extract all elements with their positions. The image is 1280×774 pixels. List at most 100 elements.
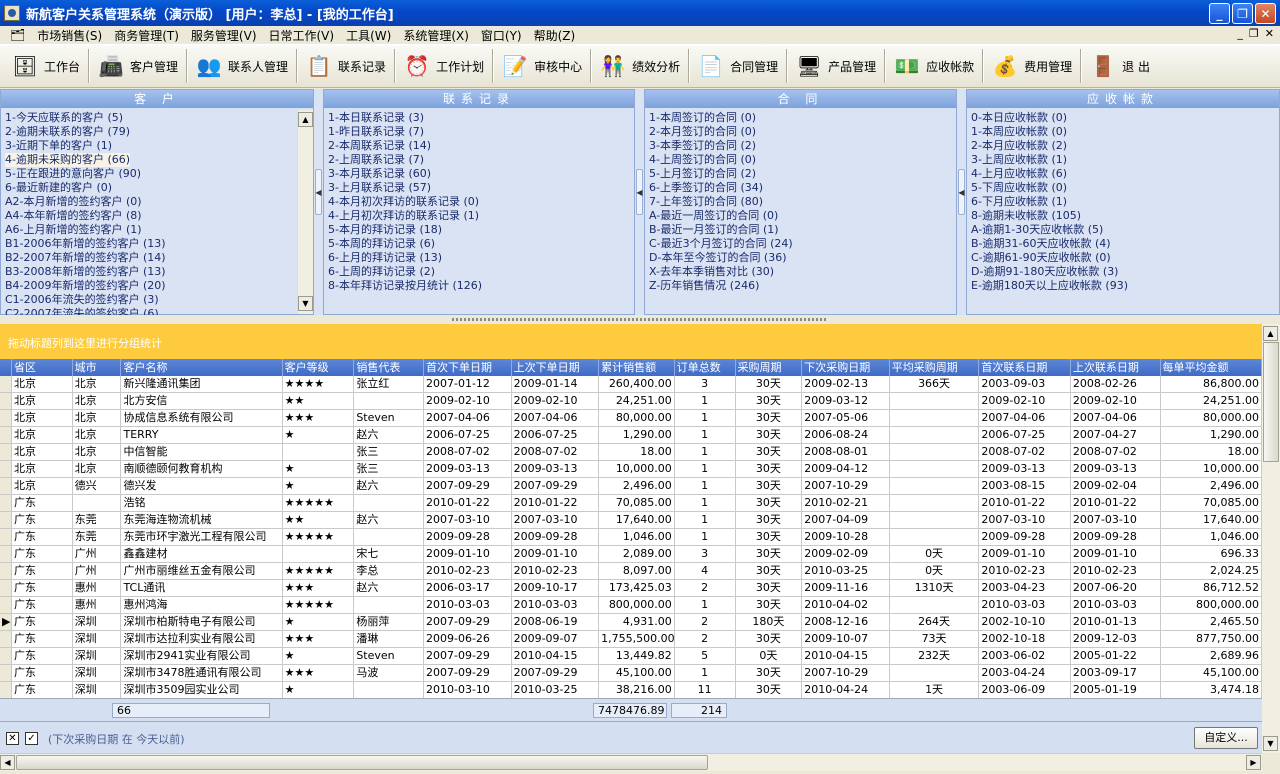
panel-list-item[interactable]: A-逾期1-30天应收帐款 (5) — [971, 223, 1103, 236]
table-row[interactable]: 广东 惠州 TCL通讯 ★★★ 赵六 2006-03-17 2009-10-17 173,42… — [0, 580, 1262, 597]
menu-help[interactable]: 帮助(Z) — [528, 27, 582, 44]
toolbar-button-expense[interactable]: 💰 费用管理 — [986, 46, 1078, 86]
panel-list-item[interactable]: A2-本月新增的签约客户 (0) — [5, 195, 142, 208]
column-header[interactable]: 上次下单日期 — [512, 359, 600, 376]
row-indicator[interactable] — [0, 529, 12, 545]
panel-list-item[interactable]: 1-昨日联系记录 (7) — [328, 125, 424, 138]
table-row[interactable]: 北京 北京 中信智能 张三 2008-07-02 2008-07-02 18.00 1 30天 2… — [0, 444, 1262, 461]
toolbar-button-exit[interactable]: 🚪 退 出 — [1084, 46, 1156, 86]
row-indicator[interactable] — [0, 631, 12, 647]
panel-list-item[interactable]: C1-2006年流失的签约客户 (3) — [5, 293, 159, 306]
panel-list-item[interactable]: D-逾期91-180天应收帐款 (3) — [971, 265, 1118, 278]
panel-list-item[interactable]: 5-本月的拜访记录 (18) — [328, 223, 442, 236]
toolbar-button-product[interactable]: 🖥 产品管理 — [790, 46, 882, 86]
menu-daily[interactable]: 日常工作(V) — [263, 27, 341, 44]
panel-list-item[interactable]: 3-本月联系记录 (60) — [328, 167, 431, 180]
row-indicator[interactable] — [0, 665, 12, 681]
panel-list-item[interactable]: 5-正在跟进的意向客户 (90) — [5, 167, 141, 180]
panel-list-item[interactable]: A-最近一周签订的合同 (0) — [649, 209, 778, 222]
panel-list-item[interactable]: 3-本季签订的合同 (2) — [649, 139, 756, 152]
panel-list-item[interactable]: B-逾期31-60天应收帐款 (4) — [971, 237, 1111, 250]
column-header[interactable]: 首次联系日期 — [979, 359, 1071, 376]
panel-list-item[interactable]: B4-2009年新增的签约客户 (20) — [5, 279, 166, 292]
grid-vertical-scrollbar[interactable]: ▲ ▼ — [1262, 324, 1280, 753]
panel-list-item[interactable]: 2-本月应收帐款 (2) — [971, 139, 1067, 152]
scroll-down-icon[interactable]: ▼ — [298, 296, 313, 311]
panel-list-item[interactable]: X-去年本季销售对比 (30) — [649, 265, 774, 278]
panel-list-item[interactable]: B-最近一月签订的合同 (1) — [649, 223, 779, 236]
row-indicator[interactable] — [0, 376, 12, 392]
panel-list-item[interactable]: 4-上月应收帐款 (6) — [971, 167, 1067, 180]
table-row[interactable]: ▶ 广东 深圳 深圳市柏斯特电子有限公司 ★ 杨丽萍 2007-09-29 2008-06-1… — [0, 614, 1262, 631]
row-indicator[interactable] — [0, 427, 12, 443]
panel-customers-scrollbar[interactable]: ▲ ▼ — [297, 110, 313, 314]
panel-list-item[interactable]: 8-本年拜访记录按月统计 (126) — [328, 279, 482, 292]
toolbar-button-receivable[interactable]: 💵 应收帐款 — [888, 46, 980, 86]
panel-list-item[interactable]: 2-逾期未联系的客户 (79) — [5, 125, 130, 138]
toolbar-button-contract[interactable]: 📄 合同管理 — [692, 46, 784, 86]
row-indicator[interactable] — [0, 461, 12, 477]
close-button[interactable]: ✕ — [1255, 3, 1276, 24]
row-indicator[interactable] — [0, 444, 12, 460]
panel-list-item[interactable]: 6-下月应收帐款 (1) — [971, 195, 1067, 208]
panel-list-item[interactable]: 2-本周联系记录 (14) — [328, 139, 431, 152]
column-header[interactable]: 订单总数 — [675, 359, 736, 376]
row-indicator[interactable] — [0, 495, 12, 511]
table-row[interactable]: 广东 深圳 深圳市2941实业有限公司 ★ Steven 2007-09-29 2010-0… — [0, 648, 1262, 665]
panel-list-item[interactable]: 3-上月联系记录 (57) — [328, 181, 431, 194]
column-header[interactable]: 客户名称 — [121, 359, 283, 376]
collapse-left-icon[interactable]: ◀ — [315, 169, 322, 215]
splitter-grip-icon[interactable] — [452, 318, 828, 321]
panel-list-item[interactable]: A6-上月新增的签约客户 (1) — [5, 223, 142, 236]
table-row[interactable]: 北京 北京 北方安信 ★★ 2009-02-10 2009-02-10 24,251.00 1… — [0, 393, 1262, 410]
menu-system[interactable]: 系统管理(X) — [397, 27, 475, 44]
maximize-button[interactable]: ❐ — [1232, 3, 1253, 24]
group-by-area[interactable]: 拖动标题列到这里进行分组统计 — [0, 324, 1262, 359]
panel-list-item[interactable]: 1-本周应收帐款 (0) — [971, 125, 1067, 138]
column-header[interactable]: 城市 — [73, 359, 122, 376]
scroll-thumb[interactable] — [1263, 342, 1279, 462]
menu-tools[interactable]: 工具(W) — [340, 27, 397, 44]
panel-list-item[interactable]: 5-下周应收帐款 (0) — [971, 181, 1067, 194]
panel-list-item[interactable]: 5-本周的拜访记录 (6) — [328, 237, 435, 250]
scroll-right-icon[interactable]: ▶ — [1246, 755, 1261, 770]
table-row[interactable]: 广东 广州 广州市丽维丝五金有限公司 ★★★★★ 李总 2010-02-23 2010-02… — [0, 563, 1262, 580]
horizontal-splitter[interactable] — [0, 315, 1280, 324]
panel-list-item[interactable]: 0-本日应收帐款 (0) — [971, 111, 1067, 124]
filter-enabled-checkbox[interactable]: ✓ — [25, 732, 38, 745]
panel-list-item[interactable]: 6-最近新建的客户 (0) — [5, 181, 112, 194]
row-indicator[interactable] — [0, 512, 12, 528]
panel-list-item[interactable]: 6-上周的拜访记录 (2) — [328, 265, 435, 278]
mdi-restore-button[interactable]: ❐ — [1249, 27, 1259, 40]
panel-list-item[interactable]: 6-上月的拜访记录 (13) — [328, 251, 442, 264]
current-row-arrow-icon[interactable]: ▶ — [0, 614, 12, 630]
table-row[interactable]: 北京 德兴 德兴发 ★ 赵六 2007-09-29 2007-09-29 2,496.00 1 3… — [0, 478, 1262, 495]
toolbar-button-customer[interactable]: 📠 客户管理 — [92, 46, 184, 86]
table-row[interactable]: 广东 广州 鑫鑫建材 宋七 2009-01-10 2009-01-10 2,089.00 3 3… — [0, 546, 1262, 563]
row-indicator[interactable] — [0, 682, 12, 698]
menu-window[interactable]: 窗口(Y) — [475, 27, 528, 44]
panel-list-item[interactable]: B3-2008年新增的签约客户 (13) — [5, 265, 166, 278]
table-row[interactable]: 广东 东莞 东莞海连物流机械 ★★ 赵六 2007-03-10 2007-03-10 17,6… — [0, 512, 1262, 529]
toolbar-button-clock[interactable]: ⏰ 工作计划 — [398, 46, 490, 86]
collapse-left-icon[interactable]: ◀ — [636, 169, 643, 215]
toolbar-button-contacts[interactable]: 👥 联系人管理 — [190, 46, 294, 86]
table-row[interactable]: 广东 浩铭 ★★★★★ 2010-01-22 2010-01-22 70,085.00 1 3… — [0, 495, 1262, 512]
row-indicator[interactable] — [0, 648, 12, 664]
panel-list-item[interactable]: 4-上月初次拜访的联系记录 (1) — [328, 209, 479, 222]
menu-business[interactable]: 商务管理(T) — [108, 27, 185, 44]
clear-filter-icon[interactable]: ✕ — [6, 732, 19, 745]
panel-list-item[interactable]: 4-上周签订的合同 (0) — [649, 153, 756, 166]
panel-list-item[interactable]: 3-上周应收帐款 (1) — [971, 153, 1067, 166]
scroll-up-icon[interactable]: ▲ — [1263, 326, 1278, 341]
column-header[interactable]: 上次联系日期 — [1071, 359, 1161, 376]
panel-list-item[interactable]: 4-逾期未采购的客户 (66) — [5, 153, 131, 167]
panel-list-item[interactable]: E-逾期180天以上应收帐款 (93) — [971, 279, 1128, 292]
mdi-close-button[interactable]: ✕ — [1265, 27, 1274, 40]
row-indicator[interactable] — [0, 563, 12, 579]
table-row[interactable]: 北京 北京 TERRY ★ 赵六 2006-07-25 2006-07-25 1,290.00… — [0, 427, 1262, 444]
column-header[interactable]: 首次下单日期 — [424, 359, 512, 376]
panel-list-item[interactable]: 4-本月初次拜访的联系记录 (0) — [328, 195, 479, 208]
panel-list-item[interactable]: 7-上年签订的合同 (80) — [649, 195, 763, 208]
splitter-1[interactable]: ◀ — [314, 89, 323, 315]
